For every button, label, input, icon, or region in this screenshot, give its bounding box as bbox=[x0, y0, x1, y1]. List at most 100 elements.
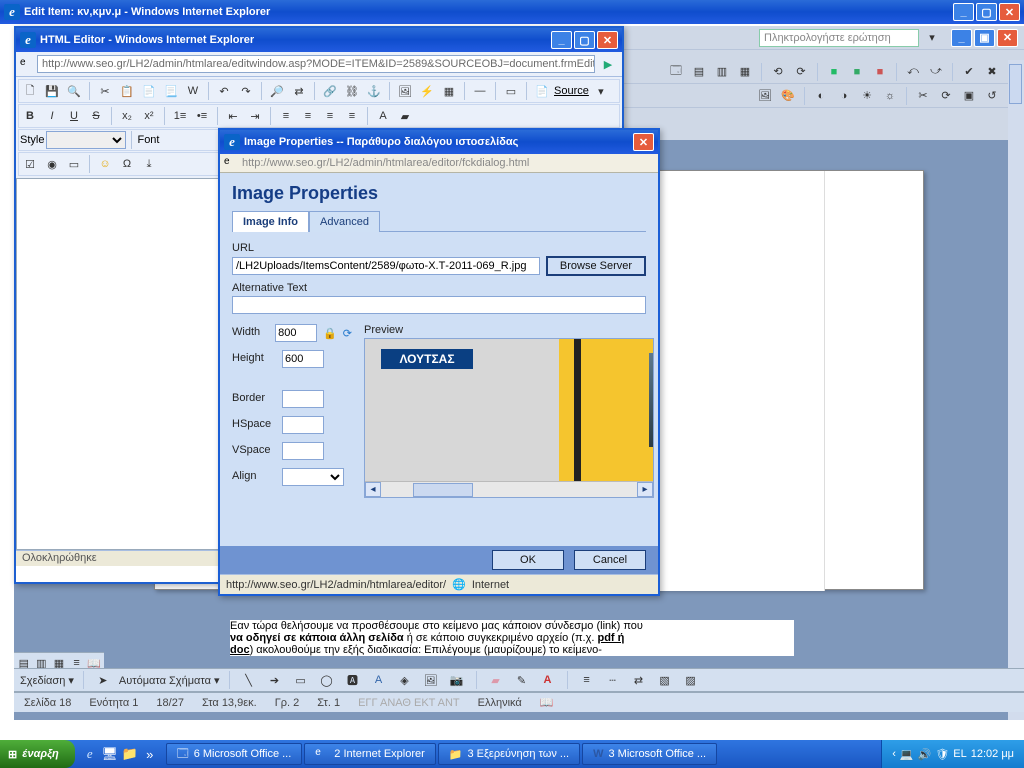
minimize-button[interactable]: _ bbox=[953, 3, 974, 21]
underline-icon[interactable]: U bbox=[64, 106, 84, 126]
reset-size-icon[interactable]: ⟳ bbox=[343, 327, 352, 340]
dialog-titlebar[interactable]: e Image Properties -- Παράθυρο διαλόγου … bbox=[220, 130, 658, 154]
doc-close-button[interactable]: ✕ bbox=[997, 29, 1018, 47]
sub-icon[interactable]: x₂ bbox=[117, 106, 137, 126]
start-button[interactable]: ⊞ έναρξη bbox=[0, 740, 75, 768]
select-arrow-icon[interactable]: ➤ bbox=[93, 670, 113, 690]
reject-icon[interactable]: ✖ bbox=[982, 62, 1002, 82]
sup-icon[interactable]: x² bbox=[139, 106, 159, 126]
lock-icon[interactable]: 🔒 bbox=[323, 327, 337, 340]
replace-icon[interactable]: ⇄ bbox=[289, 81, 309, 101]
tray-chevron-icon[interactable]: ‹ bbox=[892, 748, 896, 760]
vspace-input[interactable] bbox=[282, 442, 324, 460]
system-tray[interactable]: ‹ 💻 🔊 🛡 EL 12:02 μμ bbox=[881, 740, 1024, 768]
square-red-icon[interactable]: ■ bbox=[870, 62, 890, 82]
tray-lang-icon[interactable]: EL bbox=[953, 748, 966, 760]
editor-toolbar-2[interactable]: B I U S x₂ x² 1≡ •≡ ⇤ ⇥ ≡ ≡ ≡ ≡ A ▰ bbox=[18, 104, 620, 128]
previous-change-icon[interactable]: ⤺ bbox=[903, 62, 923, 82]
vertical-scrollbar[interactable] bbox=[1008, 60, 1024, 720]
maximize-button[interactable]: ▢ bbox=[574, 31, 595, 49]
taskbar-task[interactable]: e2 Internet Explorer bbox=[304, 743, 436, 765]
source-button[interactable]: Source bbox=[554, 85, 589, 97]
close-button[interactable]: ✕ bbox=[633, 133, 654, 151]
rect-icon[interactable]: ▭ bbox=[291, 670, 311, 690]
ul-icon[interactable]: •≡ bbox=[192, 106, 212, 126]
less-bright-icon[interactable]: ☼ bbox=[880, 86, 900, 106]
color-icon[interactable]: 🎨 bbox=[778, 86, 798, 106]
ask-question-box[interactable] bbox=[759, 29, 919, 47]
dbl-chevron-icon[interactable]: » bbox=[141, 745, 159, 763]
flash-icon[interactable]: ⚡ bbox=[417, 81, 437, 101]
redo-icon[interactable]: ↷ bbox=[236, 81, 256, 101]
doc-restore-button[interactable]: ▣ bbox=[974, 29, 995, 47]
width-input[interactable] bbox=[275, 324, 317, 342]
arrow-icon[interactable]: ➔ bbox=[265, 670, 285, 690]
italic-icon[interactable]: I bbox=[42, 106, 62, 126]
find-icon[interactable]: 🔎 bbox=[267, 81, 287, 101]
wrap-icon[interactable]: ▣ bbox=[959, 86, 979, 106]
dialog-tabs[interactable]: Image Info Advanced bbox=[232, 210, 646, 232]
paste-text-icon[interactable]: 📃 bbox=[161, 81, 181, 101]
radio-icon[interactable]: ◉ bbox=[42, 154, 62, 174]
wordart-icon[interactable]: A bbox=[369, 670, 389, 690]
align-center-icon[interactable]: ≡ bbox=[298, 106, 318, 126]
line-icon[interactable]: ╲ bbox=[239, 670, 259, 690]
threeD-icon[interactable]: ▨ bbox=[681, 670, 701, 690]
outdent-icon[interactable]: ⇤ bbox=[223, 106, 243, 126]
smiley-icon[interactable]: ☺ bbox=[95, 154, 115, 174]
font-color-draw-icon[interactable]: A bbox=[538, 670, 558, 690]
rotate-icon[interactable]: ⟳ bbox=[936, 86, 956, 106]
line-color-icon[interactable]: ✎ bbox=[512, 670, 532, 690]
form-icon[interactable]: ▭ bbox=[501, 81, 521, 101]
crop-icon[interactable]: ✂ bbox=[913, 86, 933, 106]
paste-word-icon[interactable]: W bbox=[183, 81, 203, 101]
bold-icon[interactable]: B bbox=[20, 106, 40, 126]
less-contrast-icon[interactable]: ◑ bbox=[834, 86, 854, 106]
save-icon[interactable]: 💾 bbox=[42, 81, 62, 101]
align-justify-icon[interactable]: ≡ bbox=[342, 106, 362, 126]
specialchar-icon[interactable]: Ω bbox=[117, 154, 137, 174]
browse-server-button[interactable]: Browse Server bbox=[546, 256, 646, 276]
border-input[interactable] bbox=[282, 390, 324, 408]
html-editor-titlebar[interactable]: e HTML Editor - Windows Internet Explore… bbox=[16, 28, 622, 52]
dash-style-icon[interactable]: ┄ bbox=[603, 670, 623, 690]
pagebreak-icon[interactable]: ⤓ bbox=[139, 154, 159, 174]
more-contrast-icon[interactable]: ◐ bbox=[811, 86, 831, 106]
doc-minimize-button[interactable]: _ bbox=[951, 29, 972, 47]
scroll-right-icon[interactable]: ▸ bbox=[637, 482, 653, 497]
help-dropdown-icon[interactable]: ▾ bbox=[922, 28, 942, 48]
quick-launch[interactable]: e 🖥 📁 » bbox=[75, 745, 165, 763]
image-icon[interactable]: 🖼 bbox=[395, 81, 415, 101]
url-input[interactable] bbox=[232, 257, 540, 275]
textbox-icon[interactable]: 🅰 bbox=[343, 670, 363, 690]
draw-menu[interactable]: Σχεδίαση ▾ bbox=[20, 674, 74, 687]
clipart-icon[interactable]: 🖼 bbox=[421, 670, 441, 690]
diagram-icon[interactable]: ◈ bbox=[395, 670, 415, 690]
hspace-input[interactable] bbox=[282, 416, 324, 434]
edit-item-titlebar[interactable]: e Edit Item: κν,κμν.μ - Windows Internet… bbox=[0, 0, 1024, 24]
goto-next-icon[interactable]: ⟳ bbox=[791, 62, 811, 82]
bgcolor-icon[interactable]: ▰ bbox=[395, 106, 415, 126]
reset-pic-icon[interactable]: ↺ bbox=[982, 86, 1002, 106]
tray-network-icon[interactable]: 💻 bbox=[900, 748, 914, 761]
goto-prev-icon[interactable]: ⟲ bbox=[768, 62, 788, 82]
word-drawing-toolbar[interactable]: Σχεδίαση ▾ ➤ Αυτόματα Σχήματα ▾ ╲ ➔ ▭ ◯ … bbox=[14, 668, 1024, 692]
cancel-button[interactable]: Cancel bbox=[574, 550, 646, 570]
layers-icon[interactable]: ▤ bbox=[689, 62, 709, 82]
taskbar-task[interactable]: W3 Microsoft Office ... bbox=[582, 743, 717, 765]
new-icon[interactable]: 🗋 bbox=[20, 81, 40, 101]
link-icon[interactable]: 🔗 bbox=[320, 81, 340, 101]
anchor-icon[interactable]: ⚓ bbox=[364, 81, 384, 101]
align-right-icon[interactable]: ≡ bbox=[320, 106, 340, 126]
align-select[interactable] bbox=[282, 468, 344, 486]
indent-icon[interactable]: ⇥ bbox=[245, 106, 265, 126]
maximize-button[interactable]: ▢ bbox=[976, 3, 997, 21]
arrow-style-icon[interactable]: ⇄ bbox=[629, 670, 649, 690]
explorer-quicklaunch-icon[interactable]: 📁 bbox=[121, 745, 139, 763]
alt-text-input[interactable] bbox=[232, 296, 646, 314]
ol-icon[interactable]: 1≡ bbox=[170, 106, 190, 126]
copy-icon[interactable]: 📋 bbox=[117, 81, 137, 101]
show-hide-icon[interactable]: 🗔 bbox=[666, 62, 686, 82]
strike-icon[interactable]: S bbox=[86, 106, 106, 126]
source-icon[interactable]: 📄 bbox=[532, 81, 552, 101]
